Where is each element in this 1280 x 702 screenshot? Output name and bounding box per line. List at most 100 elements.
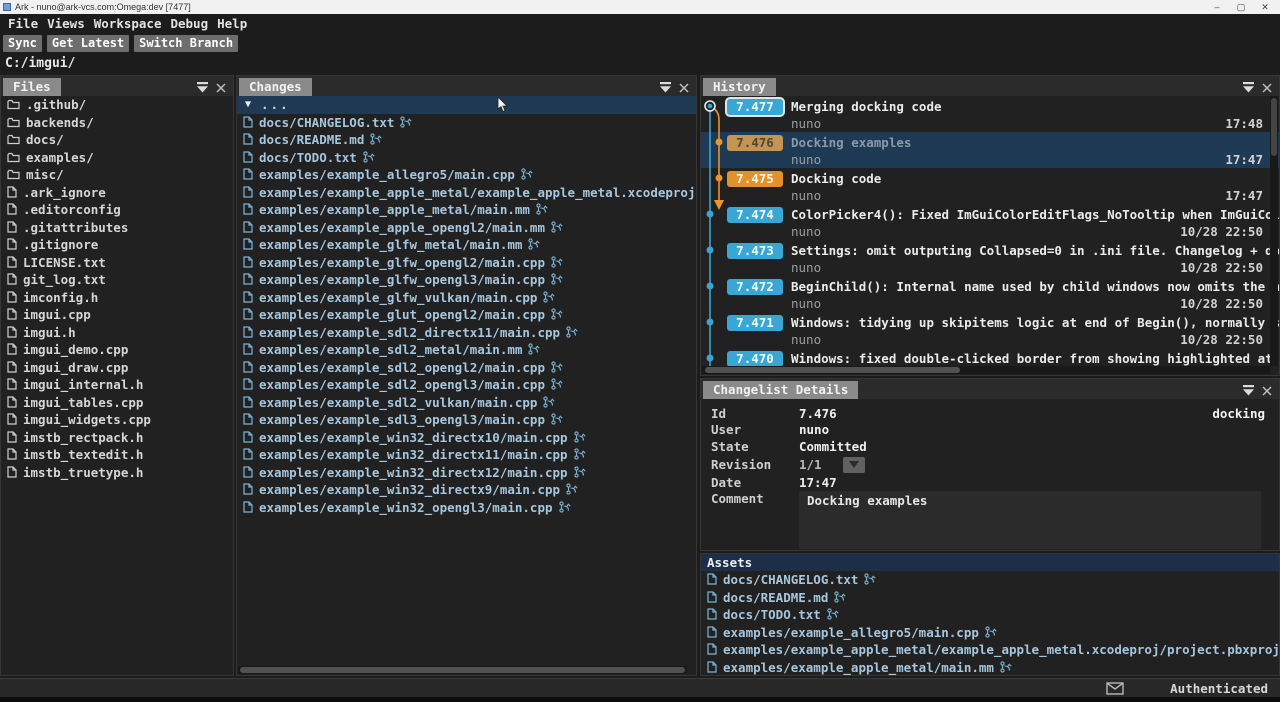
filter-icon[interactable]: [659, 82, 672, 93]
commit-row[interactable]: 7.476 Docking examples nuno 17:47: [701, 132, 1279, 168]
changed-file-row[interactable]: examples/example_apple_opengl2/main.mm: [237, 219, 696, 237]
file-tree-row[interactable]: LICENSE.txt: [1, 254, 233, 272]
changed-file-row[interactable]: examples/example_win32_opengl3/main.cpp: [237, 499, 696, 517]
file-tree-row[interactable]: .editorconfig: [1, 201, 233, 219]
changed-file-row[interactable]: docs/CHANGELOG.txt: [701, 571, 1279, 589]
changed-file-row[interactable]: examples/example_sdl2_vulkan/main.cpp: [237, 394, 696, 412]
changed-file-row[interactable]: docs/README.md: [701, 589, 1279, 607]
comment-field[interactable]: Docking examples: [799, 491, 1261, 549]
assets-header[interactable]: Assets: [701, 554, 1279, 571]
history-tab[interactable]: History: [703, 78, 776, 96]
commit-row[interactable]: 7.472 BeginChild(): Internal name used b…: [701, 276, 1279, 312]
changelist-details-tab[interactable]: Changelist Details: [703, 381, 858, 399]
menu-item[interactable]: Workspace: [94, 16, 162, 31]
file-tree-row[interactable]: imgui.cpp: [1, 306, 233, 324]
folder-icon: [7, 130, 20, 149]
file-tree-row[interactable]: git_log.txt: [1, 271, 233, 289]
changed-file-row[interactable]: examples/example_glfw_vulkan/main.cpp: [237, 289, 696, 307]
changes-tab[interactable]: Changes: [239, 78, 312, 96]
changed-file-row[interactable]: examples/example_glut_opengl2/main.cpp: [237, 306, 696, 324]
history-vertical-scrollbar[interactable]: [1270, 96, 1278, 366]
commit-id-badge: 7.474: [727, 207, 783, 223]
changed-file-row[interactable]: examples/example_sdl2_directx11/main.cpp: [237, 324, 696, 342]
commit-author: nuno: [791, 260, 821, 275]
changed-file-row[interactable]: examples/example_win32_directx12/main.cp…: [237, 464, 696, 482]
close-icon[interactable]: [1262, 386, 1272, 396]
maximize-button[interactable]: ▢: [1234, 2, 1248, 13]
changed-file-row[interactable]: examples/example_glfw_opengl3/main.cpp: [237, 271, 696, 289]
toolbar-button[interactable]: Sync: [3, 35, 42, 52]
branch-icon: [834, 588, 846, 607]
file-tree-row[interactable]: imgui_tables.cpp: [1, 394, 233, 412]
file-tree-row[interactable]: imstb_truetype.h: [1, 464, 233, 482]
minimize-button[interactable]: –: [1210, 2, 1224, 13]
menu-item[interactable]: File: [8, 16, 38, 31]
changed-file-row[interactable]: examples/example_win32_directx9/main.cpp: [237, 481, 696, 499]
commit-row[interactable]: 7.475 Docking code nuno 17:47: [701, 168, 1279, 204]
file-tree-row[interactable]: imgui_draw.cpp: [1, 359, 233, 377]
file-tree-row[interactable]: imstb_textedit.h: [1, 446, 233, 464]
menu-item[interactable]: Views: [47, 16, 85, 31]
close-icon[interactable]: [679, 83, 689, 93]
changed-file-row[interactable]: examples/example_allegro5/main.cpp: [701, 624, 1279, 642]
changes-horizontal-scrollbar[interactable]: [238, 666, 687, 674]
history-panel-header: History: [701, 76, 1279, 96]
file-tree-row[interactable]: imconfig.h: [1, 289, 233, 307]
files-tab[interactable]: Files: [3, 78, 61, 96]
changes-root-row[interactable]: ▼ ...: [237, 96, 696, 114]
ark-vcs-window: Ark - nuno@ark-vcs.com:Omega:dev [7477] …: [0, 0, 1280, 702]
changed-file-row[interactable]: examples/example_win32_directx11/main.cp…: [237, 446, 696, 464]
expand-arrow-icon[interactable]: ▼: [245, 99, 251, 110]
path-bar: C:/imgui/: [0, 54, 1280, 73]
file-tree-row[interactable]: imstb_rectpack.h: [1, 429, 233, 447]
changed-file-row[interactable]: examples/example_sdl2_opengl2/main.cpp: [237, 359, 696, 377]
close-button[interactable]: ✕: [1258, 2, 1272, 13]
file-tree-row[interactable]: imgui.h: [1, 324, 233, 342]
toolbar-button[interactable]: Get Latest: [47, 35, 129, 52]
file-tree-row[interactable]: .ark_ignore: [1, 184, 233, 202]
changed-file-row[interactable]: examples/example_glfw_metal/main.mm: [237, 236, 696, 254]
menu-item[interactable]: Help: [217, 16, 247, 31]
changed-file-row[interactable]: docs/CHANGELOG.txt: [237, 114, 696, 132]
menu-item[interactable]: Debug: [170, 16, 208, 31]
file-tree-row[interactable]: imgui_internal.h: [1, 376, 233, 394]
changed-file-row[interactable]: examples/example_glfw_opengl2/main.cpp: [237, 254, 696, 272]
commit-row[interactable]: 7.474 ColorPicker4(): Fixed ImGuiColorEd…: [701, 204, 1279, 240]
file-icon: [7, 288, 17, 307]
close-icon[interactable]: [216, 83, 226, 93]
file-tree-row[interactable]: .github/: [1, 96, 233, 114]
changed-file-row[interactable]: examples/example_sdl2_opengl3/main.cpp: [237, 376, 696, 394]
changed-file-row[interactable]: examples/example_allegro5/main.cpp: [237, 166, 696, 184]
changed-file-row[interactable]: examples/example_apple_metal/example_app…: [237, 184, 696, 202]
file-tree-row[interactable]: examples/: [1, 149, 233, 167]
file-tree-row[interactable]: imgui_demo.cpp: [1, 341, 233, 359]
file-tree-row[interactable]: misc/: [1, 166, 233, 184]
changed-file-row[interactable]: examples/example_sdl3_opengl3/main.cpp: [237, 411, 696, 429]
filter-icon[interactable]: [196, 82, 209, 93]
close-icon[interactable]: [1262, 83, 1272, 93]
commit-row[interactable]: 7.477 Merging docking code nuno 17:48: [701, 96, 1279, 132]
commit-title: Merging docking code: [791, 99, 942, 114]
commit-row[interactable]: 7.471 Windows: tidying up skipitems logi…: [701, 312, 1279, 348]
filter-icon[interactable]: [1242, 385, 1255, 396]
changed-file-row[interactable]: examples/example_sdl2_metal/main.mm: [237, 341, 696, 359]
filter-icon[interactable]: [1242, 82, 1255, 93]
file-tree-row[interactable]: imgui_widgets.cpp: [1, 411, 233, 429]
commit-row[interactable]: 7.473 Settings: omit outputing Collapsed…: [701, 240, 1279, 276]
file-tree-row[interactable]: backends/: [1, 114, 233, 132]
revision-dropdown[interactable]: [843, 457, 865, 473]
file-tree-row[interactable]: .gitignore: [1, 236, 233, 254]
file-tree-row[interactable]: docs/: [1, 131, 233, 149]
changed-file-row[interactable]: examples/example_apple_metal/example_app…: [701, 641, 1279, 659]
changed-file-row[interactable]: docs/TODO.txt: [701, 606, 1279, 624]
changed-file-row[interactable]: examples/example_apple_metal/main.mm: [237, 201, 696, 219]
changed-file-row[interactable]: examples/example_win32_directx10/main.cp…: [237, 429, 696, 447]
changed-file-row[interactable]: examples/example_apple_metal/main.mm: [701, 659, 1279, 676]
toolbar-button[interactable]: Switch Branch: [134, 35, 238, 52]
changed-file-row[interactable]: docs/README.md: [237, 131, 696, 149]
changed-file-path: docs/CHANGELOG.txt: [723, 572, 858, 587]
file-tree-row[interactable]: .gitattributes: [1, 219, 233, 237]
changed-file-row[interactable]: docs/TODO.txt: [237, 149, 696, 167]
branch-icon: [574, 428, 586, 447]
history-horizontal-scrollbar[interactable]: [702, 366, 1270, 374]
